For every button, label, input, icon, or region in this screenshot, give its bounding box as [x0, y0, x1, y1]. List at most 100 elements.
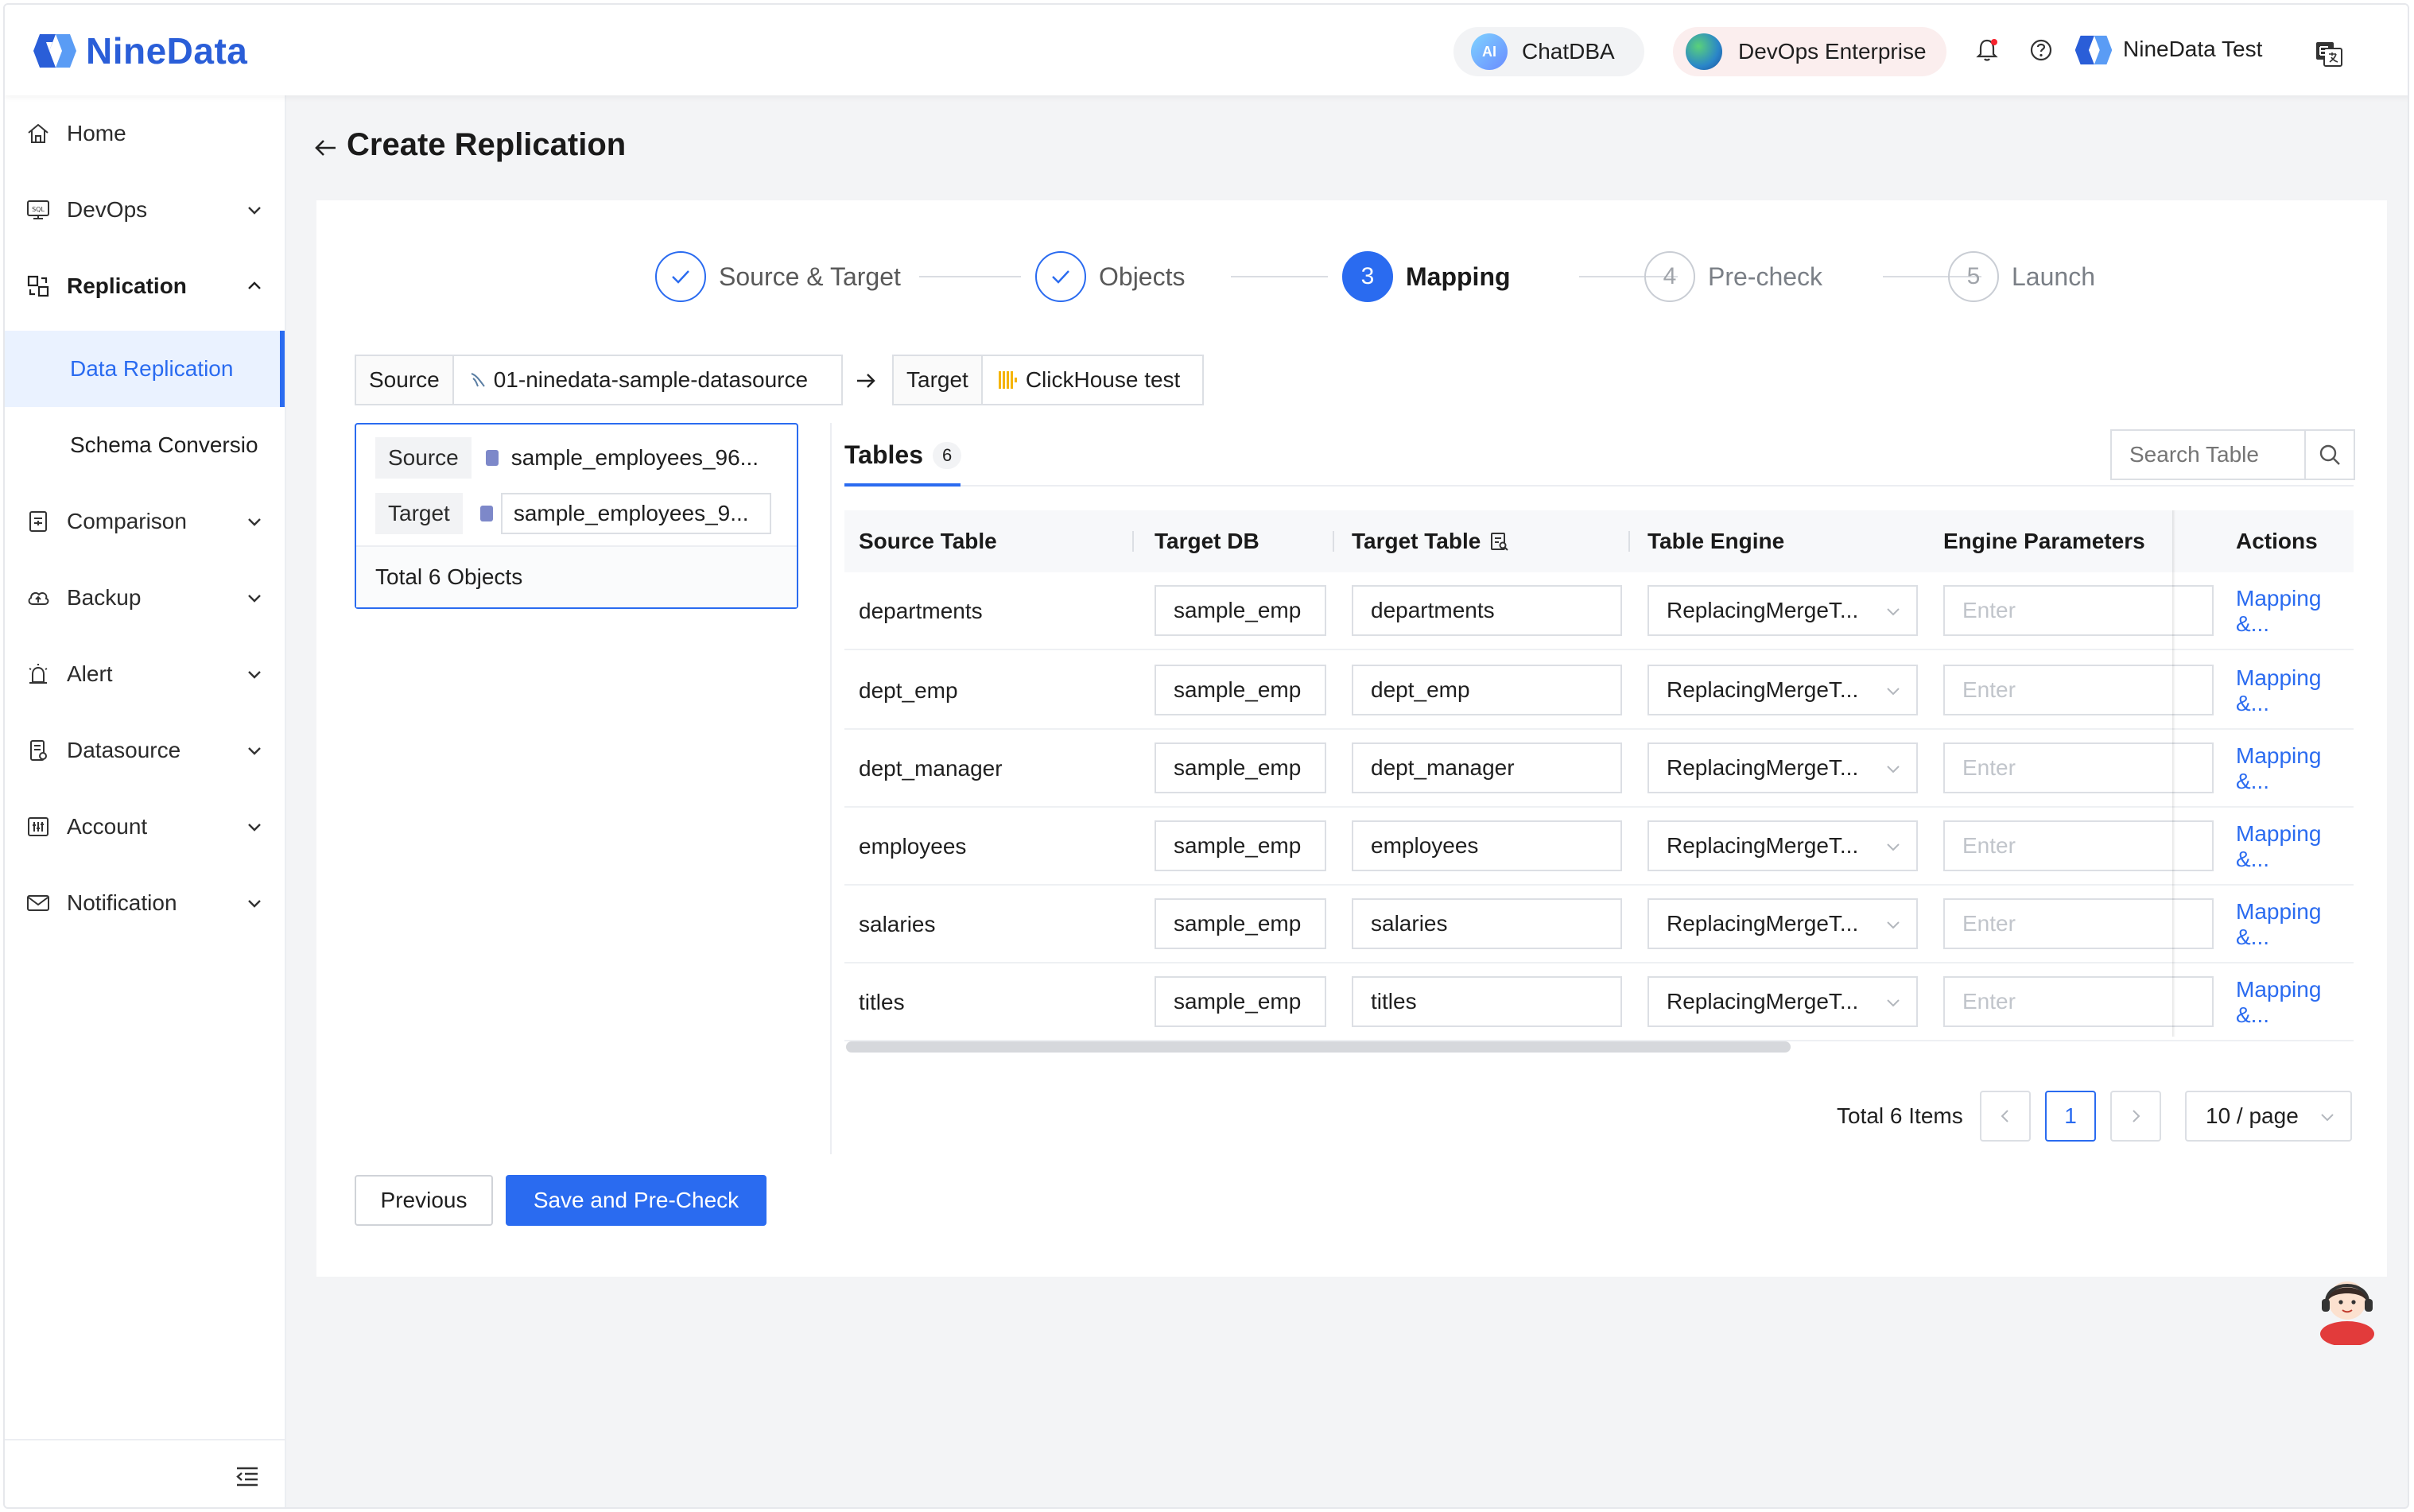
table-engine-select[interactable]: ReplacingMergeT... [1647, 898, 1918, 949]
mapping-action-link[interactable]: Mapping &... [2236, 572, 2354, 650]
source-label: Source [356, 356, 454, 404]
sidebar-item-devops[interactable]: SQL DevOps [5, 172, 285, 248]
column-separator [1333, 531, 1334, 552]
objects-source-db: sample_employees_96... [472, 437, 759, 479]
ninedata-logo-icon [33, 34, 76, 68]
chevron-down-icon [1887, 999, 1900, 1007]
target-table-input[interactable]: employees [1352, 820, 1622, 871]
col-target-db: Target DB [1155, 529, 1259, 553]
search-button[interactable] [2304, 429, 2355, 480]
table-engine-select[interactable]: ReplacingMergeT... [1647, 820, 1918, 871]
collapse-sidebar-icon[interactable] [234, 1463, 261, 1490]
chevron-down-icon [2321, 1114, 2334, 1122]
app-window: NineData AI ChatDBA DevOps Enterprise Ni… [3, 3, 2409, 1509]
target-db-input[interactable]: sample_emp [1155, 585, 1326, 636]
horizontal-scrollbar[interactable] [846, 1041, 1791, 1053]
chevron-down-icon [1887, 921, 1900, 929]
sidebar-item-label: Backup [67, 585, 142, 610]
sidebar-item-label: Account [67, 814, 148, 839]
target-db-input[interactable]: sample_emp [1155, 742, 1326, 793]
sidebar-item-data-replication[interactable]: Data Replication [5, 331, 285, 407]
search-table-input[interactable] [2110, 429, 2306, 480]
mapping-action-link[interactable]: Mapping &... [2236, 886, 2354, 963]
user-avatar-icon[interactable] [2074, 30, 2113, 70]
source-datasource-name: 01-ninedata-sample-datasource [493, 367, 809, 392]
step-number: 5 [1948, 251, 1999, 302]
help-icon[interactable] [2028, 37, 2055, 64]
check-icon [655, 251, 706, 302]
table-engine-value: ReplacingMergeT... [1667, 755, 1859, 780]
source-table-name: dept_emp [859, 678, 958, 703]
save-and-precheck-button[interactable]: Save and Pre-Check [506, 1175, 767, 1226]
sidebar-item-account[interactable]: Account [5, 789, 285, 865]
objects-panel[interactable]: Source sample_employees_96... Target sam… [355, 423, 798, 609]
target-db-input[interactable]: sample_emp [1155, 665, 1326, 715]
target-table-input[interactable]: departments [1352, 585, 1622, 636]
sidebar-item-datasource[interactable]: Datasource [5, 712, 285, 789]
chevron-down-icon [1887, 766, 1900, 773]
pagination-page-button[interactable]: 1 [2045, 1091, 2096, 1142]
back-arrow-icon[interactable] [312, 134, 340, 162]
support-agent-icon[interactable] [2312, 1269, 2382, 1345]
edition-button[interactable]: DevOps Enterprise [1673, 27, 1946, 76]
sidebar-item-label: Replication [67, 273, 187, 298]
table-engine-select[interactable]: ReplacingMergeT... [1647, 742, 1918, 793]
objects-target-db[interactable]: sample_employees_9... [500, 493, 771, 534]
pagination-next-button[interactable] [2110, 1091, 2161, 1142]
panel-divider [830, 423, 832, 1154]
bell-icon[interactable] [1974, 37, 2001, 64]
previous-button[interactable]: Previous [355, 1175, 493, 1226]
table-row: departments sample_emp departments Repla… [844, 572, 2354, 650]
edit-doc-icon[interactable] [1488, 531, 1509, 552]
brand-logo[interactable]: NineData [32, 25, 247, 76]
table-engine-select[interactable]: ReplacingMergeT... [1647, 585, 1918, 636]
target-db-input[interactable]: sample_emp [1155, 976, 1326, 1027]
table-engine-value: ReplacingMergeT... [1667, 677, 1859, 702]
sidebar-item-comparison[interactable]: Comparison [5, 483, 285, 560]
pagination-prev-button[interactable] [1980, 1091, 2031, 1142]
pagination-total: Total 6 Items [1837, 1103, 1963, 1128]
target-table-input[interactable]: salaries [1352, 898, 1622, 949]
target-table-input[interactable]: dept_emp [1352, 665, 1622, 715]
table-engine-select[interactable]: ReplacingMergeT... [1647, 976, 1918, 1027]
col-source-table: Source Table [859, 529, 997, 553]
sidebar-item-alert[interactable]: Alert [5, 636, 285, 712]
tab-tables[interactable]: Tables 6 [844, 440, 962, 470]
sidebar-item-label: Datasource [67, 738, 181, 762]
search-icon [2319, 444, 2340, 465]
source-table-name: employees [859, 834, 967, 859]
mapping-action-link[interactable]: Mapping &... [2236, 730, 2354, 808]
sidebar-item-replication[interactable]: Replication [5, 248, 285, 324]
chevron-left-icon [2001, 1110, 2008, 1122]
target-table-input[interactable]: titles [1352, 976, 1622, 1027]
sidebar-item-notification[interactable]: Notification [5, 865, 285, 941]
comparison-icon [29, 511, 47, 532]
chevron-down-icon [248, 671, 261, 679]
objects-total: Total 6 Objects [356, 545, 797, 607]
step-number: 4 [1644, 251, 1695, 302]
source-table-name: dept_manager [859, 756, 1003, 781]
mapping-action-link[interactable]: Mapping &... [2236, 963, 2354, 1041]
page-size-select[interactable]: 10 / page [2185, 1091, 2352, 1142]
sidebar-item-home[interactable]: Home [5, 95, 285, 172]
column-separator [1628, 531, 1630, 552]
sidebar-item-label: Home [67, 121, 126, 145]
target-db-input[interactable]: sample_emp [1155, 898, 1326, 949]
user-name[interactable]: NineData Test [2123, 37, 2262, 62]
step-label: Mapping [1406, 262, 1511, 291]
chatdba-button[interactable]: AI ChatDBA [1453, 27, 1644, 76]
sidebar-item-label: Comparison [67, 509, 187, 533]
tab-tables-count: 6 [933, 441, 962, 469]
step-number: 3 [1342, 251, 1393, 302]
table-engine-select[interactable]: ReplacingMergeT... [1647, 665, 1918, 715]
sidebar-item-schema-conversion[interactable]: Schema Conversio [5, 407, 285, 483]
col-engine-parameters: Engine Parameters [1943, 529, 2145, 553]
clickhouse-icon [998, 371, 1017, 389]
mapping-action-link[interactable]: Mapping &... [2236, 808, 2354, 886]
language-icon[interactable] [2314, 38, 2344, 68]
target-table-input[interactable]: dept_manager [1352, 742, 1622, 793]
sidebar-item-backup[interactable]: Backup [5, 560, 285, 636]
source-table-name: salaries [859, 912, 936, 936]
mapping-action-link[interactable]: Mapping &... [2236, 652, 2354, 730]
target-db-input[interactable]: sample_emp [1155, 820, 1326, 871]
